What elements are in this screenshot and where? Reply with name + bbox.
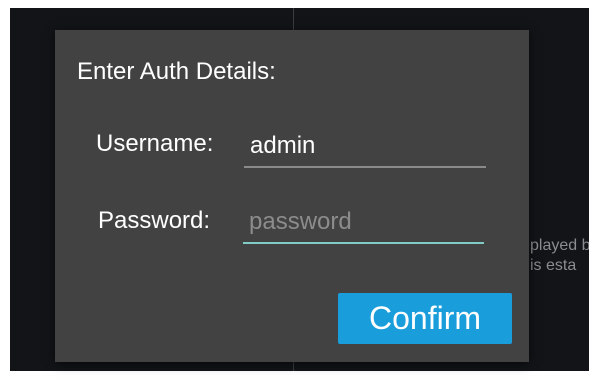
- username-input[interactable]: [244, 126, 486, 166]
- confirm-button[interactable]: Confirm: [338, 293, 512, 344]
- auth-dialog: Enter Auth Details: Username: Password: …: [55, 30, 529, 362]
- obscured-background-text: played b is esta: [530, 236, 589, 276]
- password-label: Password:: [98, 207, 211, 234]
- username-field[interactable]: [244, 126, 486, 168]
- username-label: Username:: [96, 130, 214, 157]
- password-input[interactable]: [243, 202, 484, 242]
- password-field[interactable]: [243, 202, 484, 244]
- obscured-text-line: is esta: [530, 257, 577, 274]
- obscured-text-line: played b: [530, 237, 589, 254]
- dialog-title: Enter Auth Details:: [77, 58, 276, 85]
